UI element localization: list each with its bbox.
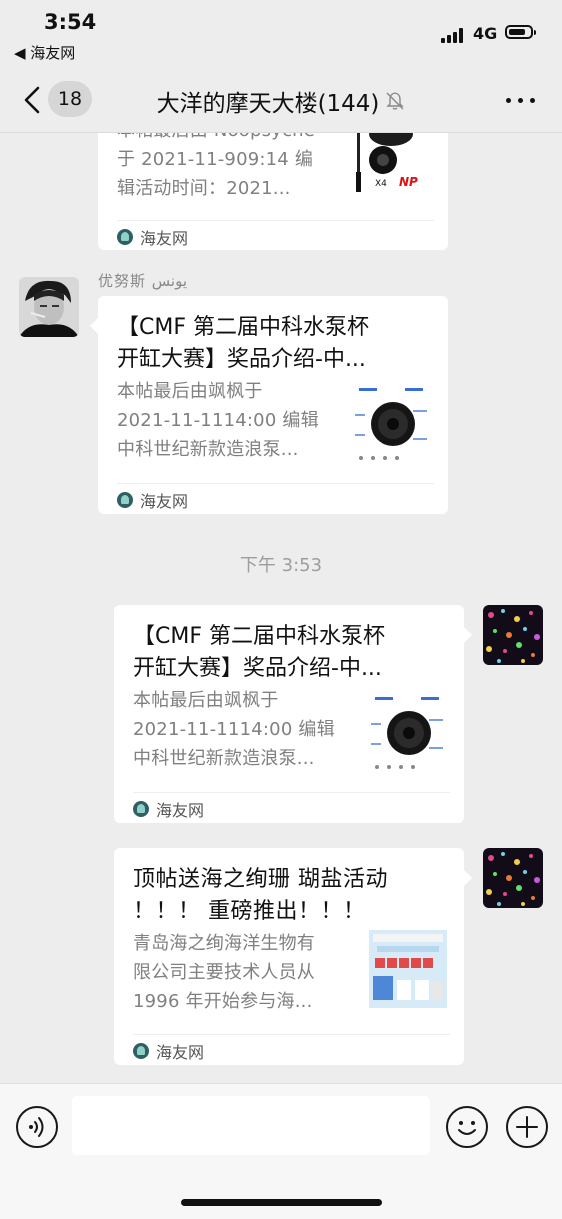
card-source: 海友网 — [117, 488, 188, 512]
home-indicator[interactable] — [181, 1199, 382, 1206]
card-desc-line: 限公司主要技术人员从 — [133, 962, 315, 983]
chat-title: 大洋的摩天大楼(144) — [108, 84, 454, 118]
wave-pump-thumbnail — [369, 693, 447, 771]
card-source-label: 海友网 — [140, 492, 189, 511]
muted-bell-icon — [386, 92, 405, 110]
haiyou-logo-icon — [117, 229, 133, 245]
haiyou-logo-icon — [117, 492, 133, 508]
sender-name: 优努斯 يونس — [98, 272, 188, 290]
card-desc-line: 本帖最后由飒枫于 — [133, 690, 279, 711]
card-desc-line: 于 2021-11-909:14 编 — [117, 149, 314, 170]
pump-product-thumbnail: 299 X4 NP — [353, 122, 431, 200]
haiyou-logo-icon — [133, 1043, 149, 1059]
link-card[interactable]: 顶帖送海之绚珊 瑚盐活动 ！！！ 重磅推出！！！ 青岛海之绚海洋生物有 限公司主… — [114, 848, 472, 1065]
chat-header: 18 大洋的摩天大楼(144) — [0, 70, 562, 133]
card-source: 海友网 — [133, 797, 204, 821]
card-divider — [117, 483, 434, 484]
card-title-line: 顶帖送海之绚珊 瑚盐活动 — [133, 867, 388, 892]
card-desc-line: 中科世纪新款造浪泵... — [117, 439, 299, 460]
my-avatar[interactable] — [483, 848, 543, 908]
card-desc-line: 2021-11-1114:00 编辑 — [117, 410, 319, 431]
card-source: 海友网 — [117, 225, 188, 249]
card-title-line: ！！！ 重磅推出！！！ — [133, 899, 366, 924]
card-source-label: 海友网 — [140, 229, 189, 248]
card-desc-line: 1996 年开始参与海... — [133, 991, 313, 1012]
chat-title-text: 大洋的摩天大楼(144) — [156, 91, 380, 117]
cellular-signal-icon — [441, 28, 467, 43]
card-title-line: 开缸大赛】奖品介绍-中... — [117, 347, 366, 372]
card-divider — [117, 220, 434, 221]
card-desc-line: 青岛海之绚海洋生物有 — [133, 933, 315, 954]
link-card[interactable]: 【CMF 第二届中科水泵杯 开缸大赛】奖品介绍-中... 本帖最后由飒枫于 20… — [114, 605, 472, 823]
smiley-face-icon — [458, 1121, 476, 1135]
card-title-line: 【CMF 第二届中科水泵杯 — [133, 624, 385, 649]
card-source-label: 海友网 — [156, 1043, 205, 1062]
card-source: 海友网 — [133, 1039, 204, 1063]
card-divider — [133, 792, 450, 793]
unread-count-badge[interactable]: 18 — [48, 81, 92, 117]
reef-avatar-image — [483, 848, 543, 908]
voice-input-button[interactable] — [16, 1106, 58, 1148]
card-desc-line: 中科世纪新款造浪泵... — [133, 748, 315, 769]
card-desc-line: 辑活动时间：2021... — [117, 178, 291, 199]
chat-area[interactable]: 本帖最后由 Noopsyche 于 2021-11-909:14 编 辑活动时间… — [0, 0, 562, 1083]
battery-fill — [509, 29, 525, 35]
sender-avatar[interactable] — [19, 277, 79, 337]
card-title-line: 开缸大赛】奖品介绍-中... — [133, 656, 382, 681]
voice-wave-icon — [29, 1117, 44, 1137]
emoji-button[interactable] — [446, 1106, 488, 1148]
card-title-line: 【CMF 第二届中科水泵杯 — [117, 315, 369, 340]
network-type: 4G — [473, 24, 498, 43]
card-desc-line: 2021-11-1114:00 编辑 — [133, 719, 335, 740]
message-input[interactable] — [72, 1096, 430, 1155]
card-source-label: 海友网 — [156, 801, 205, 820]
svg-text:X4: X4 — [375, 179, 387, 189]
coral-salt-thumbnail — [369, 930, 447, 1008]
card-divider — [133, 1034, 450, 1035]
battery-icon — [505, 25, 536, 39]
message-timestamp: 下午 3:53 — [239, 555, 323, 576]
portrait-avatar-image — [19, 277, 79, 337]
svg-text:NP: NP — [399, 175, 418, 189]
back-to-app-link[interactable]: ◀ 海友网 — [14, 42, 75, 63]
plus-icon — [516, 1116, 538, 1138]
my-avatar[interactable] — [483, 605, 543, 665]
add-more-button[interactable] — [506, 1106, 548, 1148]
status-bar: 3:54 ◀ 海友网 4G — [0, 0, 562, 70]
input-bar — [0, 1083, 562, 1219]
back-chevron-icon[interactable] — [18, 82, 48, 118]
status-time: 3:54 — [44, 10, 97, 34]
haiyou-logo-icon — [133, 801, 149, 817]
card-desc-line: 本帖最后由飒枫于 — [117, 381, 263, 402]
link-card[interactable]: 【CMF 第二届中科水泵杯 开缸大赛】奖品介绍-中... 本帖最后由飒枫于 20… — [90, 296, 448, 514]
reef-avatar-image — [483, 605, 543, 665]
wave-pump-thumbnail — [353, 384, 431, 462]
more-options-icon[interactable] — [502, 96, 538, 106]
